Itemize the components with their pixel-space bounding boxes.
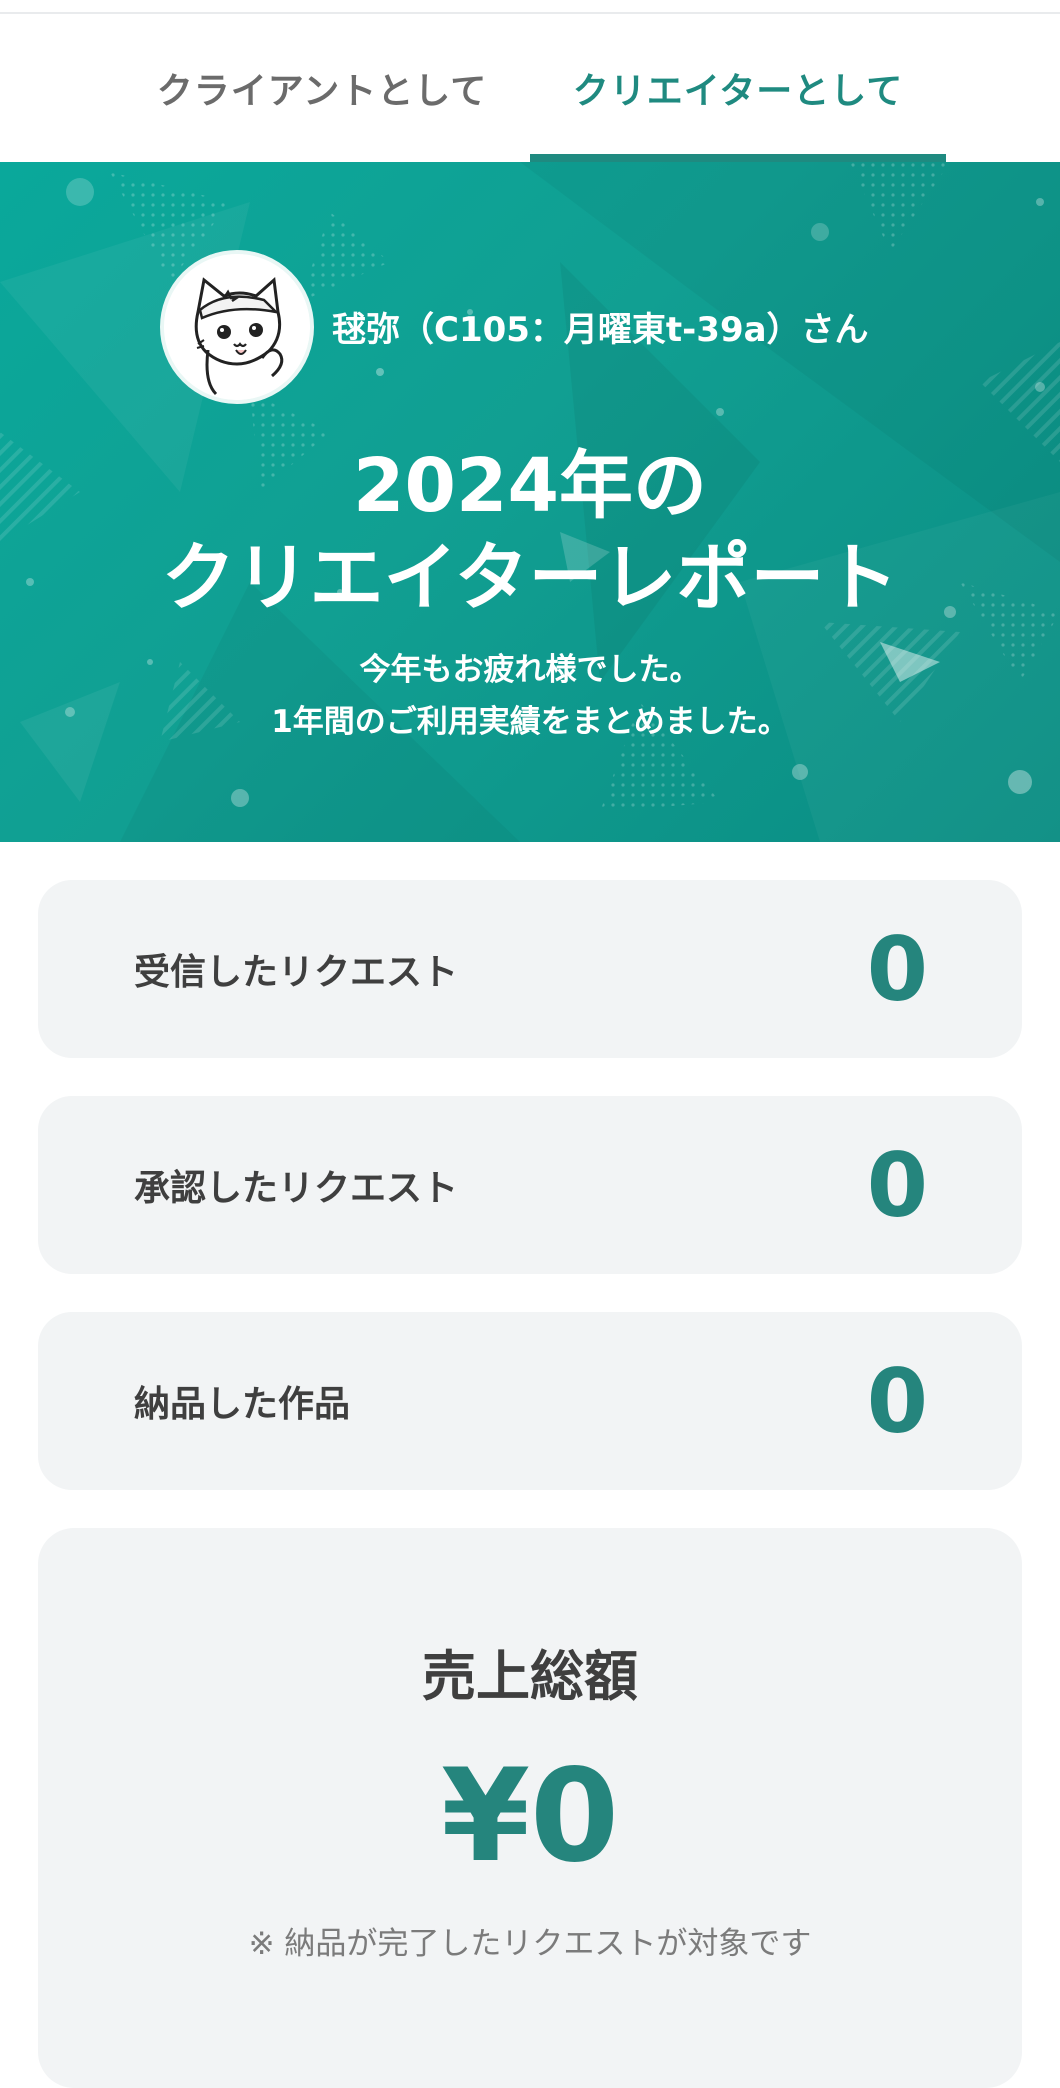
stat-value: 0 xyxy=(866,1133,928,1237)
tab-bar: クライアントとして クリエイターとして xyxy=(0,14,1060,162)
sales-total-note: ※ 納品が完了したリクエストが対象です xyxy=(248,1926,812,1962)
sales-total-value: ¥0 xyxy=(440,1742,620,1891)
cat-avatar-icon xyxy=(164,254,310,400)
stat-value: 0 xyxy=(866,917,928,1021)
stat-label: 受信したリクエスト xyxy=(134,952,459,993)
stat-card-delivered-works: 納品した作品 0 xyxy=(38,1312,1022,1490)
stat-label: 納品した作品 xyxy=(134,1384,351,1425)
report-hero-banner: 毬弥（C105：月曜東t-39a）さん 2024年の クリエイターレポート 今年… xyxy=(0,162,1060,842)
sales-total-card: 売上総額 ¥0 ※ 納品が完了したリクエストが対象です xyxy=(38,1528,1022,2088)
stat-label: 承認したリクエスト xyxy=(134,1168,459,1209)
report-subtitle-line2: 1年間のご利用実績をまとめました。 xyxy=(271,704,789,740)
stat-card-approved-requests: 承認したリクエスト 0 xyxy=(38,1096,1022,1274)
report-title: 2024年の クリエイターレポート xyxy=(0,440,1060,624)
report-subtitle: 今年もお疲れ様でした。 1年間のご利用実績をまとめました。 xyxy=(0,644,1060,748)
status-bar-divider xyxy=(0,0,1060,14)
user-avatar[interactable] xyxy=(160,250,314,404)
stat-value: 0 xyxy=(866,1349,928,1453)
report-subtitle-line1: 今年もお疲れ様でした。 xyxy=(359,652,701,688)
sales-total-title: 売上総額 xyxy=(422,1645,638,1708)
user-name: 毬弥（C105：月曜東t-39a）さん xyxy=(332,310,869,350)
report-title-year: 2024年の xyxy=(353,443,707,529)
tab-as-client[interactable]: クライアントとして xyxy=(112,14,532,162)
report-title-main: クリエイターレポート xyxy=(161,535,899,621)
stat-card-received-requests: 受信したリクエスト 0 xyxy=(38,880,1022,1058)
tab-as-creator[interactable]: クリエイターとして xyxy=(530,14,946,162)
